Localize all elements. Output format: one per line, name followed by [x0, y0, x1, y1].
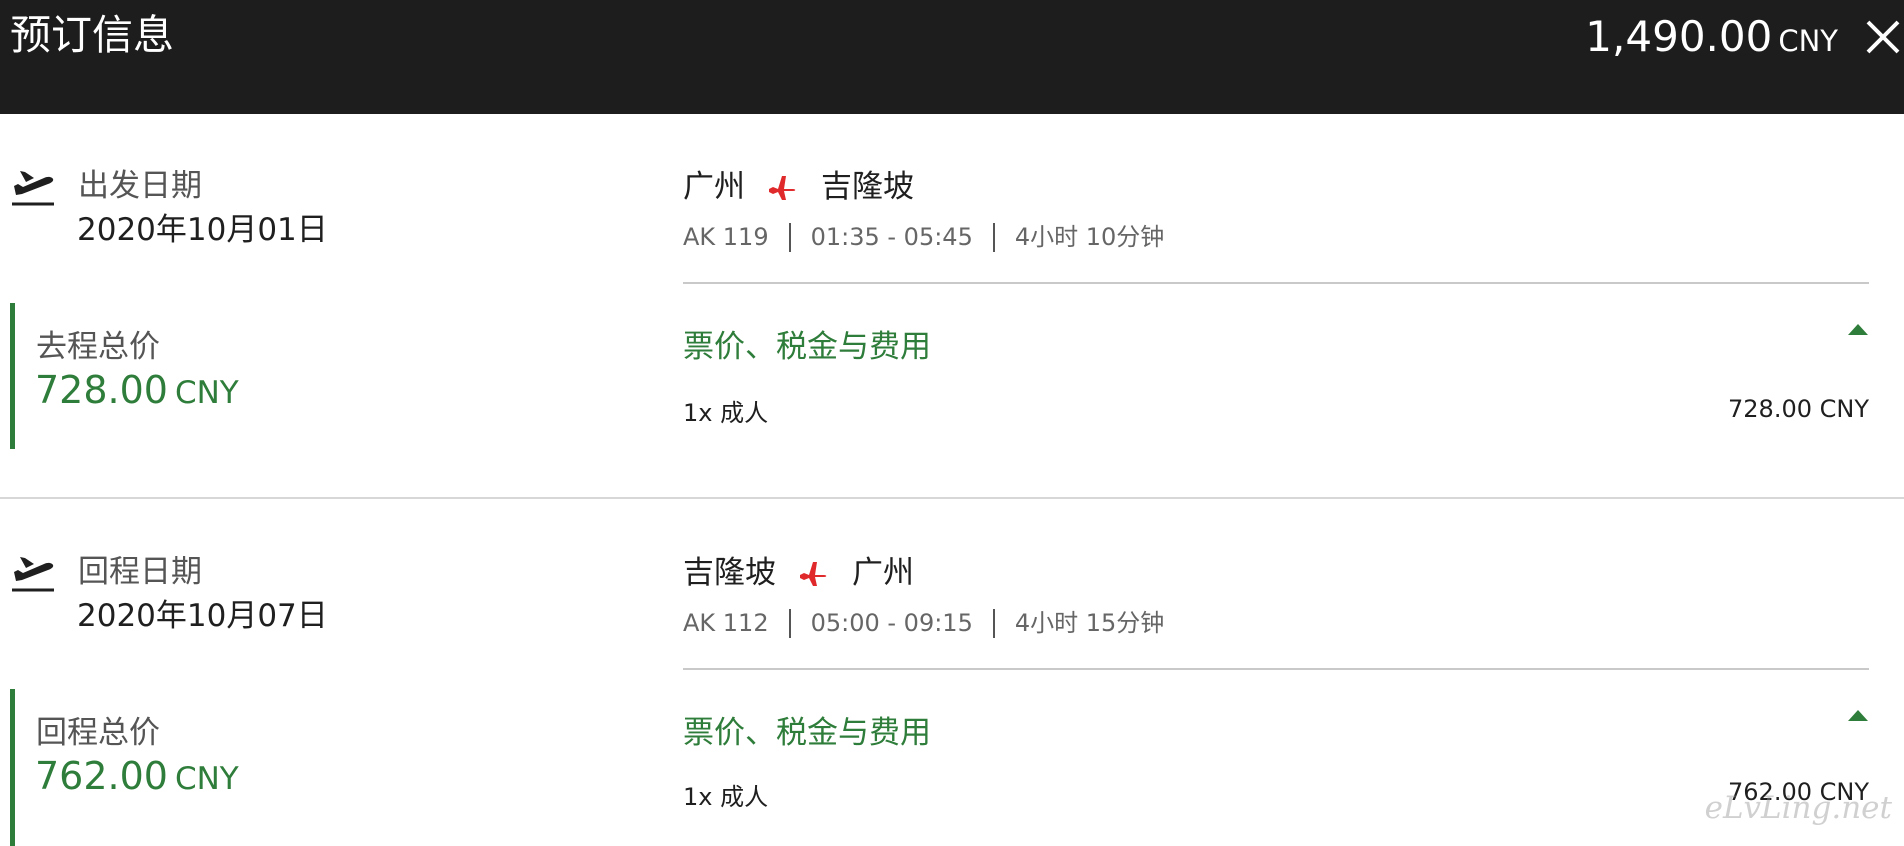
flight-duration: 4小时 10分钟 [1014, 223, 1165, 251]
close-icon [1866, 20, 1900, 54]
price-accent-bar [10, 303, 15, 449]
return-price-amount: 762.00 [35, 754, 168, 798]
return-route: 吉隆坡 广州 [683, 552, 914, 594]
passenger-type: 1x 成人 [683, 783, 769, 811]
return-price-currency: CNY [174, 761, 239, 797]
watermark: eLvLing.net [1704, 790, 1892, 826]
fees-section-toggle[interactable]: 票价、税金与费用 [683, 712, 931, 754]
outbound-price-label: 去程总价 [36, 329, 160, 365]
departure-date-label: 出发日期 [78, 168, 202, 204]
separator [992, 608, 995, 638]
divider [683, 282, 1869, 284]
airplane-departure-icon [12, 171, 54, 206]
fees-section-toggle[interactable]: 票价、税金与费用 [683, 326, 931, 368]
airplane-icon [769, 176, 796, 200]
section-divider [0, 497, 1904, 499]
close-button[interactable] [1862, 14, 1904, 60]
total-price: 1,490.00 CNY [1585, 12, 1838, 71]
collapse-caret-icon[interactable] [1848, 324, 1868, 335]
airplane-departure-icon [12, 557, 54, 592]
return-price-label: 回程总价 [36, 715, 160, 751]
divider [683, 668, 1869, 670]
flight-number: AK 119 [683, 223, 769, 251]
route-origin: 吉隆坡 [683, 555, 776, 591]
total-amount: 1,490.00 [1585, 12, 1773, 61]
separator [992, 222, 995, 252]
passenger-fare: 728.00 CNY [1728, 395, 1869, 423]
flight-time: 05:00 - 09:15 [810, 609, 973, 637]
flight-number: AK 112 [683, 609, 769, 637]
flight-duration: 4小时 15分钟 [1014, 609, 1165, 637]
separator [788, 608, 791, 638]
return-price: 762.00 CNY [35, 751, 239, 809]
collapse-caret-icon[interactable] [1848, 710, 1868, 721]
passenger-type: 1x 成人 [683, 399, 769, 427]
outbound-flight-details: AK 119 01:35 - 05:45 4小时 10分钟 [683, 220, 1164, 254]
separator [788, 222, 791, 252]
route-destination: 吉隆坡 [821, 169, 914, 205]
outbound-price-amount: 728.00 [35, 368, 168, 412]
return-date-label: 回程日期 [78, 554, 202, 590]
route-destination: 广州 [852, 555, 914, 591]
price-accent-bar [10, 689, 15, 846]
page-title: 预订信息 [10, 11, 174, 59]
outbound-route: 广州 吉隆坡 [683, 166, 914, 208]
outbound-price-currency: CNY [174, 375, 239, 411]
flight-time: 01:35 - 05:45 [810, 223, 973, 251]
route-origin: 广州 [683, 169, 745, 205]
outbound-price: 728.00 CNY [35, 365, 239, 423]
total-currency: CNY [1778, 24, 1838, 58]
return-date: 2020年10月07日 [77, 598, 328, 634]
airplane-icon [800, 562, 827, 586]
return-flight-details: AK 112 05:00 - 09:15 4小时 15分钟 [683, 606, 1164, 640]
departure-date: 2020年10月01日 [77, 212, 328, 248]
